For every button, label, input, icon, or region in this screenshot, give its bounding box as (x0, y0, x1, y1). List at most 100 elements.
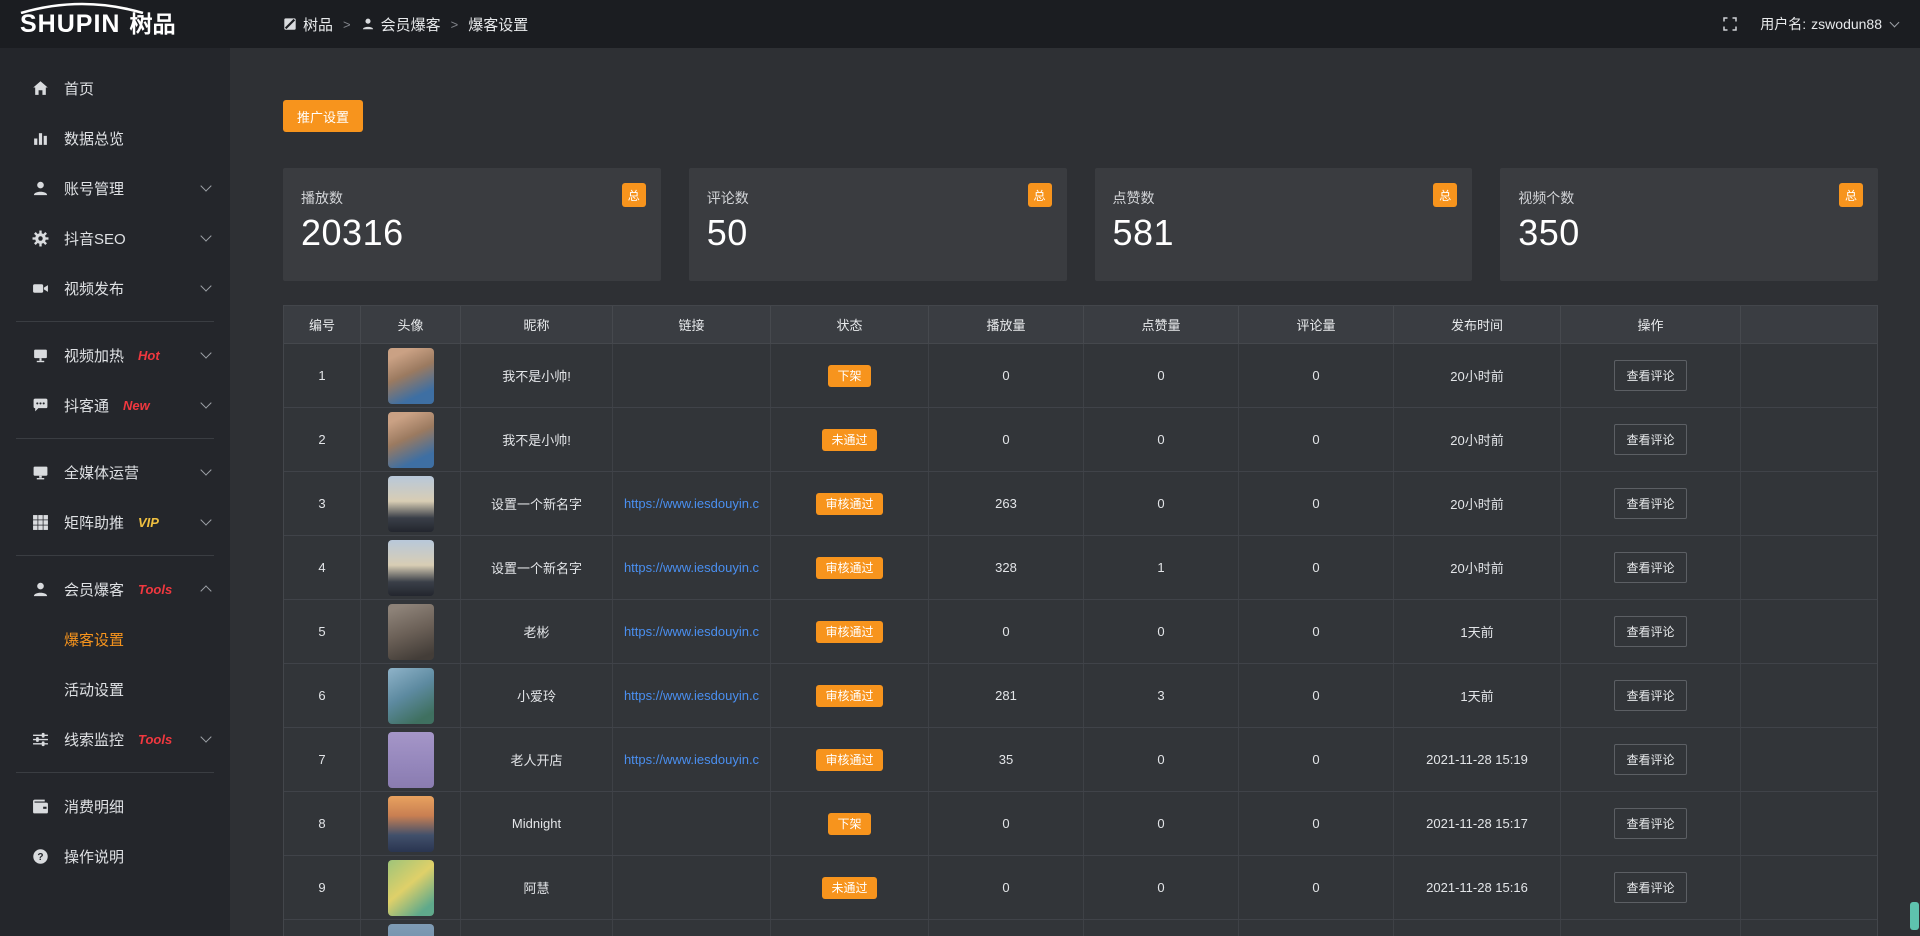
cell-actions: 查看评论 (1561, 472, 1741, 535)
breadcrumb-item[interactable]: 会员爆客 (381, 14, 441, 35)
avatar (388, 412, 434, 468)
logo-text-cn: 树品 (129, 13, 175, 36)
sidebar-item-label: 操作说明 (64, 846, 124, 867)
breadcrumb-item[interactable]: 树品 (303, 14, 333, 35)
cell-status: 审核通过 (771, 536, 929, 599)
table-row: 8 Midnight 下架 0 0 0 (284, 792, 1877, 856)
status-badge: 下架 (828, 813, 870, 835)
col-header-actions: 操作 (1561, 306, 1741, 343)
cell-filler (1741, 920, 1877, 936)
total-badge: 总 (1433, 183, 1457, 207)
stat-card-label: 播放数 (301, 188, 643, 208)
sidebar-item-label: 会员爆客 (64, 579, 124, 600)
cell-filler (1741, 472, 1877, 535)
status-badge: 未通过 (822, 877, 876, 899)
table-row (284, 920, 1877, 936)
sidebar-item[interactable]: 视频加热 Hot (0, 330, 230, 380)
cell-plays: 263 (929, 472, 1084, 535)
fullscreen-icon[interactable] (1722, 16, 1738, 32)
status-badge: 审核通过 (816, 685, 882, 707)
user-menu[interactable]: 用户名: zswodun88 (1760, 14, 1898, 34)
cell-time: 1天前 (1394, 600, 1561, 663)
view-comments-button[interactable]: 查看评论 (1614, 424, 1686, 455)
sidebar-item-label: 活动设置 (64, 679, 124, 700)
chevron-icon (200, 230, 211, 241)
table-row: 5 老彬 https://www.iesdouyin.c 审核通过 0 0 (284, 600, 1877, 664)
view-comments-button[interactable]: 查看评论 (1614, 808, 1686, 839)
view-comments-button[interactable]: 查看评论 (1614, 616, 1686, 647)
view-comments-button[interactable]: 查看评论 (1614, 680, 1686, 711)
table-row: 4 设置一个新名字 https://www.iesdouyin.c 审核通过 3… (284, 536, 1877, 600)
sidebar-item[interactable]: ? 操作说明 (0, 831, 230, 881)
cell-avatar (361, 536, 461, 599)
sidebar-item[interactable]: 数据总览 (0, 113, 230, 163)
cell-comments: 0 (1239, 536, 1394, 599)
sidebar: SHUPIN 树品 首页 数据总览 (0, 0, 230, 936)
sidebar-item[interactable]: 会员爆客 Tools (0, 564, 230, 614)
home-icon (30, 80, 50, 97)
cell-comments: 0 (1239, 472, 1394, 535)
video-link[interactable]: https://www.iesdouyin.c (624, 688, 759, 703)
sidebar-item-label: 抖音SEO (64, 228, 126, 249)
cell-link: https://www.iesdouyin.c (613, 600, 771, 663)
scrollbar-thumb[interactable] (1910, 902, 1919, 930)
cell-avatar (361, 344, 461, 407)
sidebar-item[interactable]: 视频发布 (0, 263, 230, 313)
sidebar-item[interactable]: 消费明细 (0, 781, 230, 831)
sidebar-nav: 首页 数据总览 账号管理 (0, 48, 230, 881)
col-header-plays: 播放量 (929, 306, 1084, 343)
sidebar-item[interactable]: 爆客设置 (0, 614, 230, 664)
stat-card-label: 评论数 (707, 188, 1049, 208)
table-row: 2 我不是小帅! 未通过 0 0 0 (284, 408, 1877, 472)
avatar (388, 732, 434, 788)
cell-id: 8 (284, 792, 361, 855)
col-header-link: 链接 (613, 306, 771, 343)
col-header-nickname: 昵称 (461, 306, 613, 343)
sidebar-item-label: 线索监控 (64, 729, 124, 750)
cell-id: 2 (284, 408, 361, 471)
avatar (388, 668, 434, 724)
chevron-icon (200, 180, 211, 191)
col-header-time: 发布时间 (1394, 306, 1561, 343)
avatar (388, 348, 434, 404)
cell-nickname: 我不是小帅! (461, 408, 613, 471)
app-icon (283, 17, 297, 31)
user-icon (30, 180, 50, 197)
promo-settings-button[interactable]: 推广设置 (283, 100, 363, 132)
cell-likes: 0 (1084, 728, 1239, 791)
cell-avatar (361, 472, 461, 535)
view-comments-button[interactable]: 查看评论 (1614, 488, 1686, 519)
sidebar-item[interactable]: 抖客通 New (0, 380, 230, 430)
view-comments-button[interactable]: 查看评论 (1614, 872, 1686, 903)
cell-comments: 0 (1239, 408, 1394, 471)
sidebar-item[interactable]: 活动设置 (0, 664, 230, 714)
cell-comments: 0 (1239, 792, 1394, 855)
cell-likes: 3 (1084, 664, 1239, 727)
table-row: 1 我不是小帅! 下架 0 0 0 (284, 344, 1877, 408)
video-link[interactable]: https://www.iesdouyin.c (624, 752, 759, 767)
sidebar-item[interactable]: 首页 (0, 63, 230, 113)
sidebar-item[interactable]: 全媒体运营 (0, 447, 230, 497)
cell-plays: 0 (929, 856, 1084, 919)
view-comments-button[interactable]: 查看评论 (1614, 552, 1686, 583)
sidebar-item[interactable]: 矩阵助推 VIP (0, 497, 230, 547)
view-comments-button[interactable]: 查看评论 (1614, 360, 1686, 391)
sidebar-item[interactable]: 线索监控 Tools (0, 714, 230, 764)
cell-actions: 查看评论 (1561, 408, 1741, 471)
logo: SHUPIN 树品 (0, 0, 230, 48)
cell-time: 1天前 (1394, 664, 1561, 727)
sidebar-item[interactable]: 账号管理 (0, 163, 230, 213)
video-link[interactable]: https://www.iesdouyin.c (624, 560, 759, 575)
breadcrumb-separator: > (343, 17, 351, 32)
sidebar-item-label: 抖客通 (64, 395, 109, 416)
stat-cards: 播放数 20316 总 评论数 50 总 点赞数 581 总 (283, 168, 1878, 281)
cell-comments (1239, 920, 1394, 936)
cell-link (613, 792, 771, 855)
cell-nickname: Midnight (461, 792, 613, 855)
view-comments-button[interactable]: 查看评论 (1614, 744, 1686, 775)
video-link[interactable]: https://www.iesdouyin.c (624, 624, 759, 639)
cell-avatar (361, 856, 461, 919)
cell-avatar (361, 920, 461, 936)
video-link[interactable]: https://www.iesdouyin.c (624, 496, 759, 511)
sidebar-item[interactable]: 抖音SEO (0, 213, 230, 263)
